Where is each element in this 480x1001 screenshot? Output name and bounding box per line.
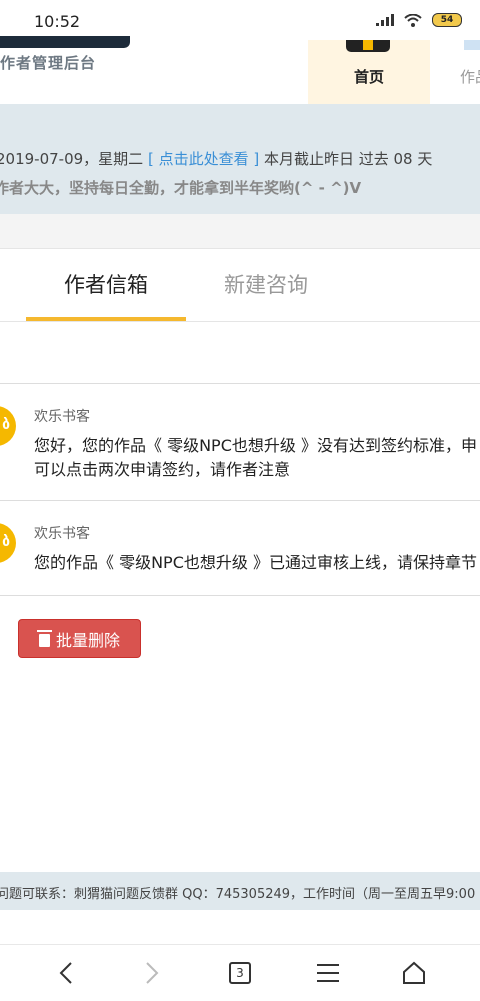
- notice-date-line: 2019-07-09，星期二 [ 点击此处查看 ] 本月截止昨日 过去 08 天: [0, 148, 432, 169]
- message-body: 您好，您的作品《 零级NPC也想升级 》没有达到签约标准，申 可以点击两次申请签…: [34, 436, 477, 479]
- section-divider: [0, 214, 480, 248]
- avatar: ბ: [0, 406, 16, 446]
- forward-icon: [146, 962, 159, 984]
- footer-contact-text: 问题可联系：刺猬猫问题反馈群 QQ：745305249，工作时间（周一至周五早9…: [0, 887, 476, 902]
- menu-button[interactable]: [304, 953, 352, 993]
- message-item[interactable]: ბ 欢乐书客 您好，您的作品《 零级NPC也想升级 》没有达到签约标准，申 可以…: [0, 383, 480, 500]
- trash-icon: [36, 629, 52, 647]
- home-nav-icon: [346, 40, 390, 52]
- signal-icon: [376, 14, 394, 26]
- notice-encouragement: 作者大大，坚持每日全勤，才能拿到半年奖哟(^ - ^)V: [0, 179, 362, 197]
- message-sender: 欢乐书客: [34, 526, 90, 542]
- avatar-glyph-icon: ბ: [2, 417, 10, 433]
- logo-subtitle: 作者管理后台: [0, 54, 97, 72]
- view-details-link[interactable]: [ 点击此处查看 ]: [148, 150, 259, 168]
- nav-home-label: 首页: [353, 68, 384, 86]
- tabs-icon: 3: [229, 962, 251, 984]
- status-icons: 54: [376, 13, 462, 27]
- nav-works[interactable]: 作品: [430, 40, 480, 104]
- wifi-icon: [404, 13, 422, 27]
- home-icon: [403, 961, 425, 984]
- notice-summary: 本月截止昨日 过去 08 天: [259, 150, 433, 168]
- menu-icon: [317, 964, 339, 982]
- footer-contact: 问题可联系：刺猬猫问题反馈群 QQ：745305249，工作时间（周一至周五早9…: [0, 872, 480, 910]
- site-header: 作者管理后台 首页 作品: [0, 36, 480, 104]
- tab-bar: 作者信箱 新建咨询: [0, 248, 480, 322]
- avatar: ბ: [0, 523, 16, 563]
- notice-banner: 2019-07-09，星期二 [ 点击此处查看 ] 本月截止昨日 过去 08 天…: [0, 104, 480, 214]
- forward-button[interactable]: [128, 953, 176, 993]
- avatar-glyph-icon: ბ: [2, 534, 10, 550]
- back-icon: [59, 962, 72, 984]
- tabs-button[interactable]: 3: [216, 953, 264, 993]
- nav-home[interactable]: 首页: [308, 40, 430, 104]
- message-list: ბ 欢乐书客 您好，您的作品《 零级NPC也想升级 》没有达到签约标准，申 可以…: [0, 383, 480, 596]
- nav-works-label: 作品: [460, 68, 480, 86]
- status-time: 10:52: [34, 12, 81, 31]
- batch-delete-button[interactable]: 批量删除: [18, 619, 141, 658]
- back-button[interactable]: [42, 953, 90, 993]
- browser-nav-bar: 3: [0, 944, 480, 1001]
- home-button[interactable]: [390, 953, 438, 993]
- tab-new-inquiry[interactable]: 新建咨询: [186, 249, 346, 321]
- site-logo[interactable]: [0, 36, 130, 48]
- notice-date: 2019-07-09，星期二: [0, 150, 148, 168]
- tab-author-inbox[interactable]: 作者信箱: [26, 249, 186, 321]
- message-sender: 欢乐书客: [34, 409, 90, 425]
- works-nav-icon: [464, 40, 480, 50]
- status-bar: 10:52 54: [0, 0, 480, 40]
- message-body: 您的作品《 零级NPC也想升级 》已通过审核上线，请保持章节: [34, 553, 477, 572]
- batch-delete-label: 批量删除: [55, 630, 120, 650]
- message-item[interactable]: ბ 欢乐书客 您的作品《 零级NPC也想升级 》已通过审核上线，请保持章节: [0, 500, 480, 596]
- battery-icon: 54: [432, 13, 462, 27]
